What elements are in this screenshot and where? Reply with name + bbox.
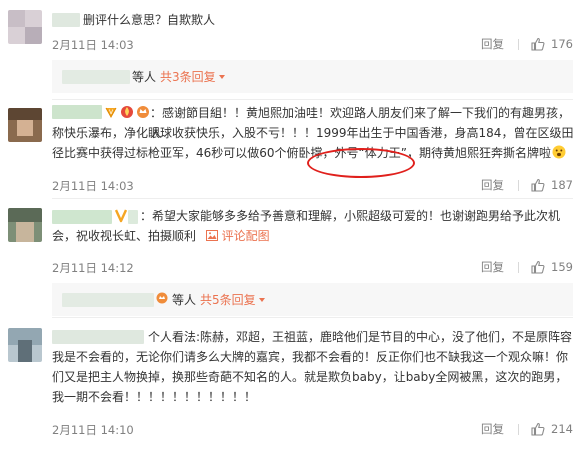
thumbs-up-icon: [531, 178, 545, 192]
comment-text-line: 们又是把主人物换掉，换那些奇葩不知名的人。就是欺负baby，让baby全网被黑，…: [52, 370, 568, 384]
comment-time: 2月11日 14:12: [52, 261, 134, 275]
avatar[interactable]: [8, 10, 42, 44]
comment-text-line: 称快乐瀑布，净化眼球收获快乐，入股不亏！！！1999年出生于中国香港，身高184…: [52, 126, 574, 140]
comment-actions: 回复 176: [481, 36, 573, 52]
vip-icon: V: [104, 105, 118, 122]
crown-icon: [136, 104, 150, 122]
reply-button[interactable]: 回复: [481, 259, 504, 275]
like-count: 214: [551, 422, 573, 436]
username-blurred[interactable]: [52, 13, 80, 27]
like-button[interactable]: 176: [531, 37, 573, 51]
comment-text-line: 径比赛中获得过标枪亚军，46秒可以做60个俯卧撑，外号“体力王”，期待黄旭熙狂奔…: [52, 143, 577, 163]
comment-text-line: 我一期不会看！！！！！！！！！！！: [52, 390, 257, 404]
sub-replies-bar: 等人 共5条回复: [52, 283, 573, 316]
comment-actions: 回复 214: [481, 421, 573, 437]
comment-text: 称快乐瀑布，净化眼球收获快乐，入股不亏！！！1999年出生于中国香港，身高184…: [52, 123, 577, 163]
reply-button[interactable]: 回复: [481, 36, 504, 52]
username-blurred[interactable]: [52, 105, 102, 119]
thumbs-up-icon: [531, 422, 545, 436]
like-count: 176: [551, 37, 573, 51]
sub-replies-bar: 等人 共3条回复: [52, 60, 573, 93]
like-button[interactable]: 159: [531, 260, 573, 274]
comment-text-line: ：希望大家能够多多给予善意和理解，小熙超级可爱的！也谢谢跑男给予此次机: [140, 209, 561, 223]
separator: [518, 38, 520, 50]
comment-text-line-2: 会，祝收视长虹、拍摄顺利: [52, 229, 197, 243]
comment-text: 删评什么意思？自欺欺人: [83, 13, 216, 27]
comment-text: 会，祝收视长虹、拍摄顺利 评论配图: [52, 226, 577, 246]
emoji-icon: [552, 145, 566, 159]
comment-text-line: 会，祝收视长虹、拍摄顺利 评论配图: [52, 226, 577, 246]
comment-time: 2月11日 14:03: [52, 38, 134, 52]
sub-reply-people: 等人: [172, 293, 197, 307]
comment-actions: 回复 159: [481, 259, 573, 275]
badge-icon: [156, 292, 168, 307]
sub-reply-user-blurred[interactable]: [62, 69, 130, 84]
comment-album-link[interactable]: 评论配图: [205, 229, 270, 243]
comment-text: 个人看法:陈赫，邓超，王祖蓝，鹿晗他们是节目的中心，没了他们，不是原阵容: [148, 327, 577, 347]
thumbs-up-icon: [531, 260, 545, 274]
username-blurred-2[interactable]: [128, 210, 138, 224]
like-button[interactable]: 214: [531, 422, 573, 436]
avatar[interactable]: [8, 328, 42, 362]
view-replies-link[interactable]: 共5条回复: [200, 291, 256, 308]
comment-text-line-3: 径比赛中获得过标枪亚军，46秒可以做60个俯卧撑，外号“体力王”，期待黄旭熙狂奔…: [52, 146, 551, 160]
chevron-down-icon: [218, 74, 225, 79]
sub-reply-user-blurred[interactable]: [62, 292, 154, 307]
comment-time: 2月11日 14:10: [52, 423, 134, 437]
comment-time: 2月11日 14:03: [52, 179, 134, 193]
thumbs-up-icon: [531, 37, 545, 51]
flame-icon: [120, 104, 134, 122]
separator: [518, 423, 520, 435]
reply-button[interactable]: 回复: [481, 177, 504, 193]
avatar[interactable]: [8, 208, 42, 242]
image-icon: [205, 230, 218, 241]
comment-item: 个人看法:陈赫，邓超，王祖蓝，鹿晗他们是节目的中心，没了他们，不是原阵容 我是不…: [0, 318, 583, 452]
vip-icon: [114, 208, 128, 226]
reply-button[interactable]: 回复: [481, 421, 504, 437]
like-button[interactable]: 187: [531, 178, 573, 192]
comment-text-line: 个人看法:陈赫，邓超，王祖蓝，鹿晗他们是节目的中心，没了他们，不是原阵容: [148, 330, 573, 344]
avatar[interactable]: [8, 108, 42, 142]
comment-item: 删评什么意思？自欺欺人 2月11日 14:03 回复 176 等人 共3条回复: [0, 0, 583, 100]
username-blurred[interactable]: [52, 210, 112, 224]
album-label: 评论配图: [221, 229, 270, 243]
separator: [518, 261, 520, 273]
comment-text: 我是不会看的，无论你们请多么大牌的嘉宾，我都不会看的！反正你们也不缺我这一个观众…: [52, 347, 577, 407]
comment-text-line: 我是不会看的，无论你们请多么大牌的嘉宾，我都不会看的！反正你们也不缺我这一个观众…: [52, 350, 569, 364]
chevron-down-icon: [258, 297, 265, 302]
comment-actions: 回复 187: [481, 177, 573, 193]
sub-reply-people: 等人: [132, 70, 157, 84]
like-count: 187: [551, 178, 573, 192]
like-count: 159: [551, 260, 573, 274]
separator: [518, 179, 520, 191]
comment-item: V ：感谢節目組！！黄旭熙加油哇！欢迎路人朋友们来了解一下我们的有趣男孩，人 称…: [0, 100, 583, 198]
view-replies-link[interactable]: 共3条回复: [160, 68, 216, 85]
comment-text: ：希望大家能够多多给予善意和理解，小熙超级可爱的！也谢谢跑男给予此次机: [140, 206, 577, 226]
comment-item: ：希望大家能够多多给予善意和理解，小熙超级可爱的！也谢谢跑男给予此次机 会，祝收…: [0, 199, 583, 316]
username-blurred[interactable]: [52, 330, 144, 344]
